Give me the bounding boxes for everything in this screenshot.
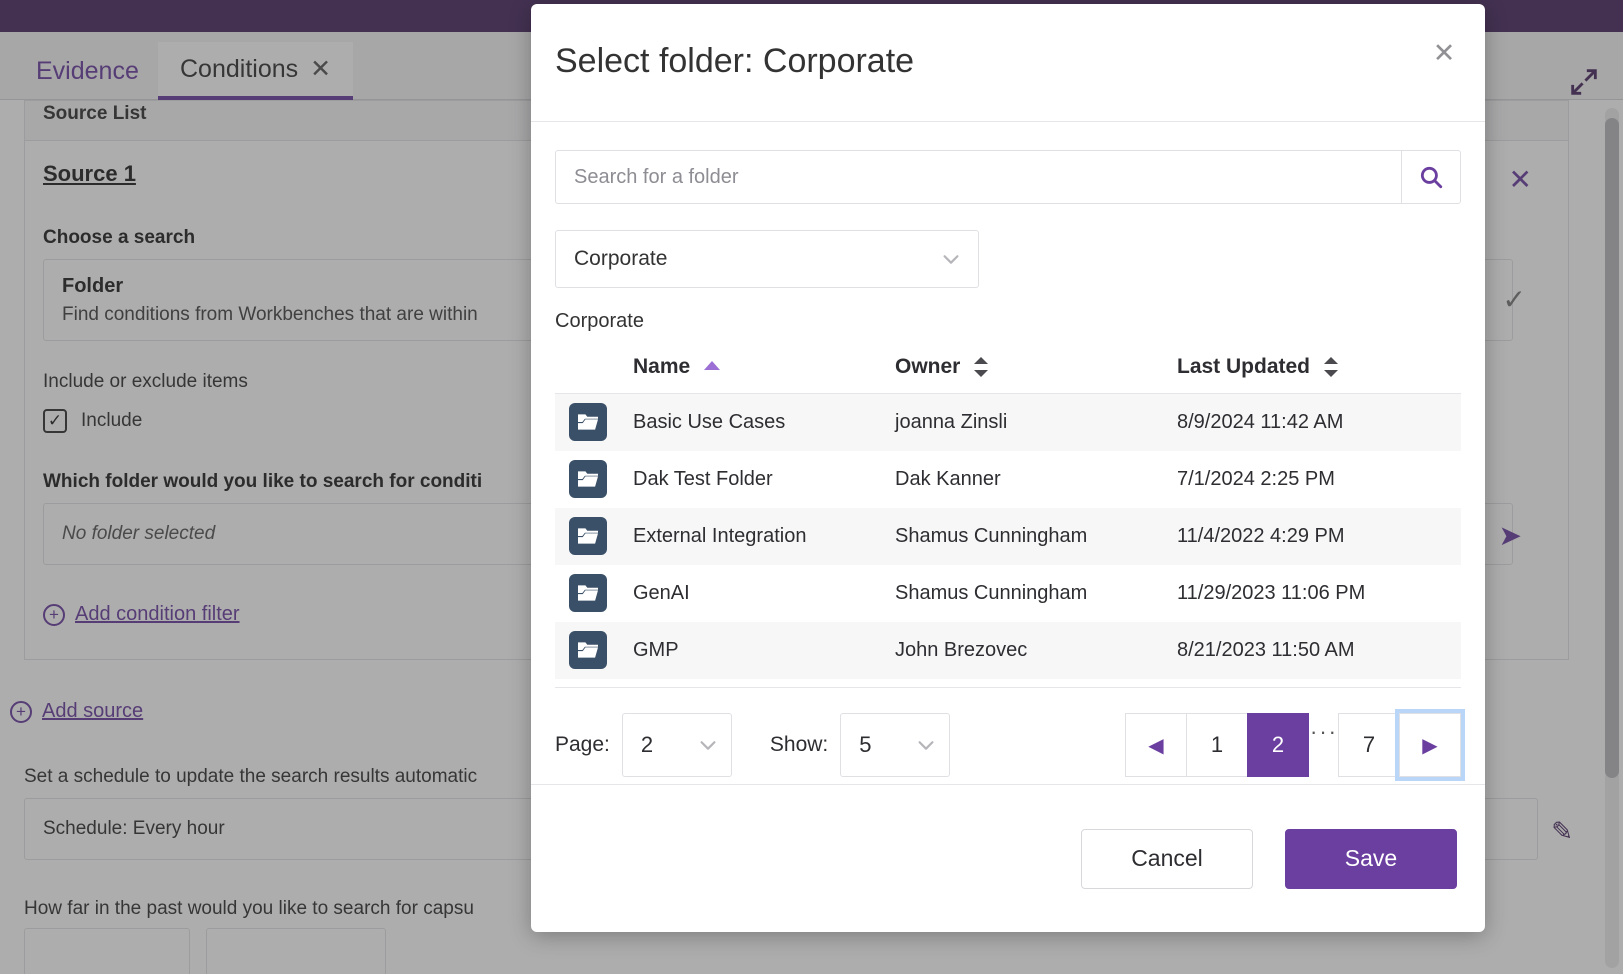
page-select-value: 2 <box>641 732 697 758</box>
column-header-owner-label: Owner <box>895 355 960 378</box>
folder-scope-value: Corporate <box>574 247 940 271</box>
column-header-name-label: Name <box>633 355 690 378</box>
row-owner-cell: Shamus Cunningham <box>895 565 1177 622</box>
row-icon-cell <box>555 451 633 508</box>
column-header-owner[interactable]: Owner <box>895 345 1177 394</box>
breadcrumb: Corporate <box>555 310 1461 333</box>
folder-search-row <box>555 150 1461 204</box>
table-body: Basic Use Cases joanna Zinsli 8/9/2024 1… <box>555 394 1461 679</box>
table-header: Name Owner Last Updated <box>555 345 1461 394</box>
row-icon-cell <box>555 622 633 679</box>
table-row[interactable]: GMP John Brezovec 8/21/2023 11:50 AM <box>555 622 1461 679</box>
row-updated-cell: 8/21/2023 11:50 AM <box>1177 622 1461 679</box>
search-input[interactable] <box>555 150 1401 204</box>
column-header-last-updated[interactable]: Last Updated <box>1177 345 1461 394</box>
folder-table: Name Owner Last Updated <box>555 345 1461 679</box>
previous-page-button[interactable]: ◀ <box>1125 713 1187 777</box>
page-select[interactable]: 2 <box>622 713 732 777</box>
search-button[interactable] <box>1401 150 1461 204</box>
row-name-cell: GenAI <box>633 565 895 622</box>
page-ellipsis: ··· <box>1309 713 1339 777</box>
dialog-footer: Cancel Save <box>531 784 1485 932</box>
chevron-down-icon <box>915 734 937 756</box>
page-button-2[interactable]: 2 <box>1247 713 1309 777</box>
folder-icon <box>569 574 607 612</box>
row-owner-cell: Dak Kanner <box>895 451 1177 508</box>
column-header-icon <box>555 345 633 394</box>
sort-ascending-icon <box>704 361 720 370</box>
column-header-name[interactable]: Name <box>633 345 895 394</box>
row-icon-cell <box>555 565 633 622</box>
page-buttons: ◀ 1 2 ··· 7 ▶ <box>1126 713 1461 777</box>
row-updated-cell: 11/4/2022 4:29 PM <box>1177 508 1461 565</box>
table-row[interactable]: Dak Test Folder Dak Kanner 7/1/2024 2:25… <box>555 451 1461 508</box>
dialog-body: Corporate Corporate Name Owner <box>531 122 1485 784</box>
folder-icon <box>569 403 607 441</box>
pagination-bar: Page: 2 Show: 5 ◀ 1 2 ··· 7 ▶ <box>555 687 1461 781</box>
sort-unsorted-icon <box>1324 357 1338 377</box>
row-icon-cell <box>555 394 633 451</box>
folder-scope-dropdown[interactable]: Corporate <box>555 230 979 288</box>
next-page-button[interactable]: ▶ <box>1399 713 1461 777</box>
cancel-button[interactable]: Cancel <box>1081 829 1253 889</box>
search-icon <box>1418 164 1444 190</box>
dialog-title: Select folder: Corporate <box>555 42 914 81</box>
chevron-down-icon <box>697 734 719 756</box>
page-button-last[interactable]: 7 <box>1338 713 1400 777</box>
show-label: Show: <box>770 733 828 757</box>
row-name-cell: External Integration <box>633 508 895 565</box>
show-select-value: 5 <box>859 732 915 758</box>
table-row[interactable]: Basic Use Cases joanna Zinsli 8/9/2024 1… <box>555 394 1461 451</box>
table-row[interactable]: GenAI Shamus Cunningham 11/29/2023 11:06… <box>555 565 1461 622</box>
save-button[interactable]: Save <box>1285 829 1457 889</box>
row-updated-cell: 7/1/2024 2:25 PM <box>1177 451 1461 508</box>
select-folder-dialog: Select folder: Corporate ✕ Corporate Cor… <box>531 4 1485 932</box>
folder-icon <box>569 631 607 669</box>
page-label: Page: <box>555 733 610 757</box>
row-name-cell: Dak Test Folder <box>633 451 895 508</box>
row-owner-cell: joanna Zinsli <box>895 394 1177 451</box>
table-row[interactable]: External Integration Shamus Cunningham 1… <box>555 508 1461 565</box>
row-owner-cell: John Brezovec <box>895 622 1177 679</box>
sort-unsorted-icon <box>974 357 988 377</box>
dialog-header: Select folder: Corporate ✕ <box>531 4 1485 122</box>
close-icon[interactable]: ✕ <box>1427 36 1461 70</box>
row-icon-cell <box>555 508 633 565</box>
column-header-last-updated-label: Last Updated <box>1177 355 1310 378</box>
show-select[interactable]: 5 <box>840 713 950 777</box>
row-updated-cell: 11/29/2023 11:06 PM <box>1177 565 1461 622</box>
row-name-cell: GMP <box>633 622 895 679</box>
folder-icon <box>569 517 607 555</box>
folder-icon <box>569 460 607 498</box>
page-button-1[interactable]: 1 <box>1186 713 1248 777</box>
row-updated-cell: 8/9/2024 11:42 AM <box>1177 394 1461 451</box>
row-name-cell: Basic Use Cases <box>633 394 895 451</box>
chevron-down-icon <box>940 248 962 270</box>
row-owner-cell: Shamus Cunningham <box>895 508 1177 565</box>
